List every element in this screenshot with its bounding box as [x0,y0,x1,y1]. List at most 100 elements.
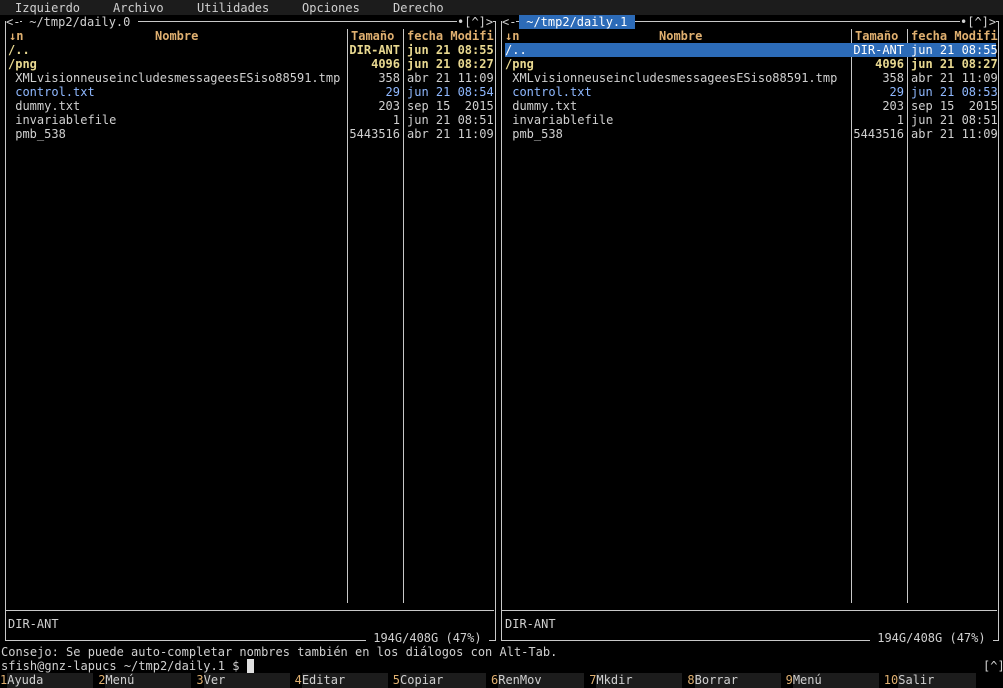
fkey-number: 8 [687,673,695,687]
right-status: DIR-ANT [505,617,556,631]
menu-izquierdo[interactable]: Izquierdo [15,1,80,15]
file-date: jun 21 08:54 [407,85,494,99]
menu-derecho[interactable]: Derecho [393,1,444,15]
file-size: DIR-ANT [853,43,904,57]
left-col-size[interactable]: Tamaño [351,29,394,43]
file-size: 1 [896,113,904,127]
file-name: /png [8,57,37,71]
fkey-5[interactable]: 5Copiar [392,673,487,688]
file-size: 358 [882,71,904,85]
function-key-bar: 1Ayuda 2Menú 3Ver 4Editar 5Copiar 6RenMov 7Mkd… [0,673,1003,688]
left-panel-corner[interactable]: •[^]> [457,15,494,29]
prompt-corner[interactable]: [^] [983,659,1003,673]
file-name: invariablefile [8,113,117,127]
fkey-number: 10 [883,673,899,687]
file-name: control.txt [505,85,592,99]
file-date: abr 21 11:09 [911,127,998,141]
right-disk-usage: 194G/408G (47%) [870,631,993,645]
fkey-number: 7 [589,673,597,687]
file-name: invariablefile [505,113,614,127]
menu-utilidades[interactable]: Utilidades [197,1,269,15]
right-panel-path[interactable]: ~/tmp2/daily.1 [519,15,635,29]
file-name: pmb_538 [8,127,66,141]
fkey-label: Menú [105,673,192,688]
hint-line: Consejo: Se puede auto-completar nombres… [1,645,558,659]
fkey-1[interactable]: 1Ayuda [0,673,94,688]
fkey-number: 2 [98,673,106,687]
fkey-number: 1 [0,673,8,687]
right-panel-history-arrow[interactable]: <- [502,15,517,29]
file-size: 5443516 [349,127,400,141]
file-size: DIR-ANT [349,43,400,57]
file-name: XMLvisionneuseincludesmessageesESiso8859… [505,71,838,85]
file-name: /.. [8,43,30,57]
left-panel-history-arrow[interactable]: <- [6,15,21,29]
fkey-7[interactable]: 7Mkdir [589,673,683,688]
file-name: pmb_538 [505,127,563,141]
file-date: abr 21 11:09 [407,127,494,141]
fkey-number: 6 [491,673,499,687]
cursor [246,659,254,673]
fkey-number: 5 [392,673,401,687]
left-col-divider-2 [403,29,404,603]
prompt-text: sfish@gnz-lapucs ~/tmp2/daily.1 $ [1,659,247,673]
fkey-4[interactable]: 4Editar [295,673,388,688]
fkey-label: Menú [792,673,879,688]
left-disk-usage: 194G/408G (47%) [366,631,489,645]
fkey-label: Editar [301,673,388,688]
file-name: /.. [505,43,527,57]
fkey-8[interactable]: 8Borrar [687,673,781,688]
fkey-label: Ver [203,673,290,688]
file-size: 5443516 [853,127,904,141]
left-col-name[interactable]: Nombre [155,29,198,43]
file-date: abr 21 11:09 [911,71,998,85]
command-prompt[interactable]: sfish@gnz-lapucs ~/tmp2/daily.1 $ [1,659,254,673]
file-date: sep 15 2015 [407,99,494,113]
file-size: 358 [378,71,400,85]
file-name: dummy.txt [8,99,81,113]
fkey-label: RenMov [498,673,585,688]
file-size: 203 [882,99,904,113]
file-name: XMLvisionneuseincludesmessageesESiso8859… [8,71,341,85]
menu-archivo[interactable]: Archivo [113,1,164,15]
file-date: jun 21 08:51 [911,113,998,127]
fkey-10[interactable]: 10Salir [883,673,977,688]
right-status-divider [502,610,997,611]
right-col-date[interactable]: fecha Modifi [911,29,998,43]
file-size: 29 [385,85,400,99]
file-date: jun 21 08:27 [911,57,998,71]
left-col-date[interactable]: fecha Modifi [407,29,494,43]
file-date: sep 15 2015 [911,99,998,113]
left-status: DIR-ANT [8,617,59,631]
fkey-label: Copiar [400,673,487,688]
fkey-3[interactable]: 3Ver [196,673,290,688]
fkey-number: 9 [785,673,793,687]
file-date: jun 21 08:51 [407,113,494,127]
right-col-divider-2 [907,29,908,603]
fkey-9[interactable]: 9Menú [786,673,879,688]
fkey-6[interactable]: 6RenMov [491,673,585,688]
right-col-name[interactable]: Nombre [659,29,702,43]
right-panel-corner[interactable]: •[^]> [960,15,997,29]
file-date: jun 21 08:53 [911,85,998,99]
menu-opciones[interactable]: Opciones [302,1,360,15]
file-size: 4096 [371,57,400,71]
file-date: abr 21 11:09 [407,71,494,85]
fkey-number: 4 [294,673,302,687]
file-size: 1 [392,113,400,127]
right-sort-indicator[interactable]: ↓n [505,29,519,43]
fkey-2[interactable]: 2Menú [98,673,192,688]
file-size: 29 [889,85,904,99]
file-name: dummy.txt [505,99,578,113]
left-panel-path[interactable]: ~/tmp2/daily.0 [22,15,138,29]
fkey-label: Salir [898,673,977,688]
file-size: 4096 [875,57,904,71]
menu-bar: Izquierdo Archivo Utilidades Opciones De… [0,0,1003,15]
left-status-divider [6,610,494,611]
right-col-size[interactable]: Tamaño [855,29,898,43]
file-name: control.txt [8,85,95,99]
file-size: 203 [378,99,400,113]
left-sort-indicator[interactable]: ↓n [9,29,23,43]
fkey-label: Mkdir [596,673,683,688]
fkey-number: 3 [196,673,204,687]
